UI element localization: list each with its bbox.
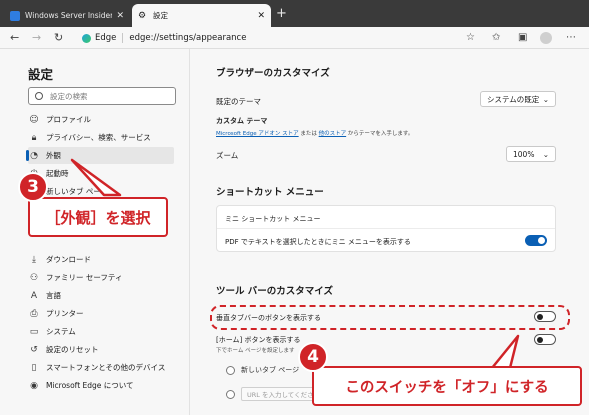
step3-callout: ［外観］を選択 xyxy=(28,197,168,237)
step4-callout: このスイッチを「オフ」にする xyxy=(312,366,582,406)
step3-pointer xyxy=(70,158,122,197)
step4-pointer xyxy=(490,334,520,370)
step4-badge: 4 xyxy=(298,342,328,372)
step3-badge: 3 xyxy=(18,172,48,202)
vertical-tabs-highlight xyxy=(210,305,570,330)
